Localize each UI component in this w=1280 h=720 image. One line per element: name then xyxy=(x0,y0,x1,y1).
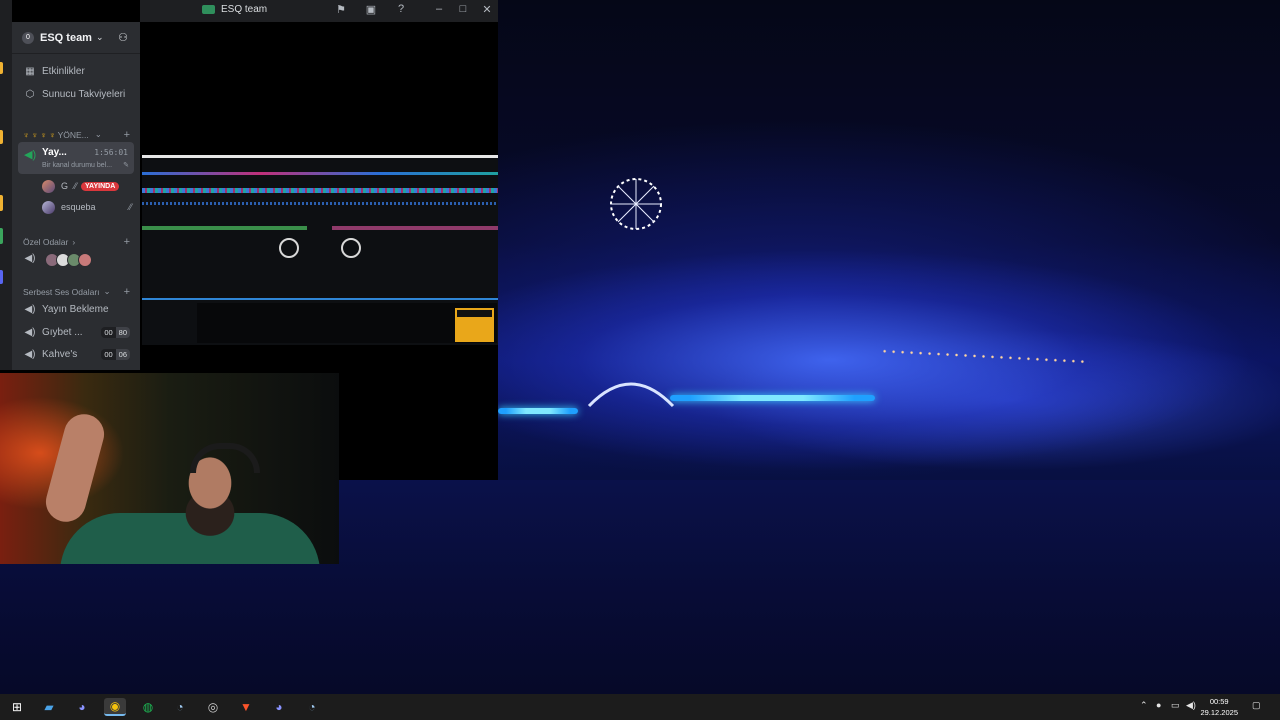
voice-channel[interactable]: ◀) Kahve's 00 06 xyxy=(12,349,140,360)
file-explorer-icon[interactable]: ▰ xyxy=(38,698,60,716)
avatar xyxy=(78,253,92,267)
avatar xyxy=(42,200,55,214)
deck-b-bar xyxy=(332,226,498,230)
jog-wheel-b xyxy=(341,238,361,258)
server-pip xyxy=(0,228,3,244)
steam-alt-icon[interactable]: ◔ xyxy=(301,698,323,716)
waveform-main xyxy=(142,202,498,205)
minimize-button[interactable]: – xyxy=(431,3,447,15)
deck-a-bar xyxy=(142,226,307,230)
ferris-wheel-icon xyxy=(610,178,662,230)
chevron-down-icon: ⌄ xyxy=(103,286,111,296)
server-pip xyxy=(0,270,3,284)
speaker-icon: ◀) xyxy=(24,327,36,338)
webcam-person-arm xyxy=(41,409,109,527)
track-library xyxy=(197,303,497,343)
channel-timer: 1:56:01 xyxy=(94,148,128,157)
add-member-icon[interactable]: ⚇ xyxy=(118,31,128,44)
chevron-down-icon: ⌄ xyxy=(95,32,104,42)
channel-name: Yay... xyxy=(42,147,67,158)
boost-icon: ⬡ xyxy=(25,89,35,100)
maximize-button[interactable]: □ xyxy=(455,3,471,15)
tray-chevron-up-icon[interactable]: ⌃ xyxy=(1140,700,1148,711)
help-icon[interactable]: ? xyxy=(393,3,409,15)
voice-user[interactable]: esqueba ⁄⁄ xyxy=(42,199,132,215)
waveform-main xyxy=(142,188,498,193)
deafen-icon: ⁄⁄ xyxy=(128,202,132,212)
trident-icons: ♆ ♆ ♆ ♆ xyxy=(23,129,56,140)
category-private-rooms[interactable]: Özel Odalar › + xyxy=(12,236,140,248)
jog-wheel-a xyxy=(279,238,299,258)
chevron-right-icon: › xyxy=(72,237,76,247)
edit-icon[interactable]: ✎ xyxy=(123,161,129,169)
server-logo-icon xyxy=(202,5,215,14)
chrome-icon[interactable]: ◉ xyxy=(104,698,126,716)
system-clock[interactable]: 00:59 29.12.2025 xyxy=(1200,696,1238,718)
voice-channel[interactable]: ◀) Yayın Bekleme xyxy=(12,304,140,315)
flag-icon[interactable]: ⚑ xyxy=(333,3,349,16)
library-bar xyxy=(142,298,498,300)
network-icon[interactable]: ▭ xyxy=(1171,700,1180,711)
webcam-overlay xyxy=(0,373,339,564)
notifications-icon[interactable]: ▢ xyxy=(1252,700,1261,711)
obs-icon[interactable]: ◎ xyxy=(202,698,224,716)
close-button[interactable]: ✕ xyxy=(479,3,495,16)
discord-icon[interactable]: ◕ xyxy=(71,698,93,716)
clock-time: 00:59 xyxy=(1209,697,1229,706)
avatar xyxy=(42,179,55,193)
server-name: ESQ team xyxy=(40,31,92,44)
speaker-icon: ◀) xyxy=(24,253,36,264)
add-channel-icon[interactable]: + xyxy=(124,286,130,298)
spotify-icon[interactable]: ◍ xyxy=(137,698,159,716)
stage-light-strip xyxy=(670,395,875,401)
stage-light-strip xyxy=(498,408,578,414)
upgrade-banner xyxy=(455,308,494,342)
screen-icon[interactable]: ▣ xyxy=(363,3,379,16)
microphone-icon[interactable]: ● xyxy=(1156,700,1161,710)
taskbar: ⊞ ▰ ◕ ◉ ◍ ◔ ◎ ▼ ◕ ◔ ⌃ ● ▭ ◀) 00:59 29.12… xyxy=(0,694,1280,720)
window-titlebar: ESQ team ⚑ ▣ ? – □ ✕ xyxy=(140,0,498,22)
upgrade-button xyxy=(457,310,492,317)
avatar-stack xyxy=(45,253,92,267)
live-badge: YAYINDA xyxy=(81,181,120,191)
speaker-icon: ◀) xyxy=(24,304,36,315)
add-channel-icon[interactable]: + xyxy=(124,236,130,248)
brave-icon[interactable]: ▼ xyxy=(235,698,257,716)
discord-ptb-icon[interactable]: ◕ xyxy=(268,698,290,716)
add-channel-icon[interactable]: + xyxy=(124,129,130,141)
volume-icon[interactable]: ◀) xyxy=(1186,700,1196,711)
category-manager[interactable]: ♆ ♆ ♆ ♆ YÖNE... ⌄ + xyxy=(12,129,140,141)
speaker-icon: ◀) xyxy=(24,149,37,161)
events-link[interactable]: ▦ Etkinlikler xyxy=(12,66,140,77)
stage-arch xyxy=(587,382,675,408)
server-pip xyxy=(0,195,3,211)
channel-sidebar: 0 ESQ team ⌄ ⚇ ▦ Etkinlikler ⬡ Sunucu Ta… xyxy=(12,22,140,370)
speaker-icon: ◀) xyxy=(24,349,36,360)
category-free-voice[interactable]: Serbest Ses Odaları ⌄ + xyxy=(12,286,140,298)
server-rail[interactable] xyxy=(0,0,12,370)
calendar-icon: ▦ xyxy=(25,66,35,77)
server-pip xyxy=(0,62,3,74)
voice-channel[interactable]: ◀) Gıybet ... 00 80 xyxy=(12,327,140,338)
server-badge: 0 xyxy=(22,31,34,44)
server-header[interactable]: 0 ESQ team ⌄ ⚇ xyxy=(12,22,140,54)
clock-date: 29.12.2025 xyxy=(1200,708,1238,717)
server-pip xyxy=(0,130,3,144)
mute-icon: ⁄⁄ xyxy=(74,181,78,191)
voice-user[interactable]: G ⁄⁄ YAYINDA xyxy=(42,178,120,194)
windows-start-icon[interactable]: ⊞ xyxy=(6,698,28,716)
steam-icon[interactable]: ◔ xyxy=(169,698,191,716)
dj-software-stream xyxy=(142,155,498,345)
channel-status: Bir kanal durumu bel... xyxy=(42,162,113,169)
user-limit-pill: 00 80 xyxy=(101,327,130,338)
chevron-down-icon: ⌄ xyxy=(94,129,102,139)
waveform-overview xyxy=(142,172,498,175)
server-boosts-link[interactable]: ⬡ Sunucu Takviyeleri xyxy=(12,89,140,100)
user-limit-pill: 00 06 xyxy=(101,349,130,360)
active-voice-channel[interactable]: ◀) Yay... 1:56:01 Bir kanal durumu bel..… xyxy=(18,142,134,174)
window-title: ESQ team xyxy=(202,4,267,15)
